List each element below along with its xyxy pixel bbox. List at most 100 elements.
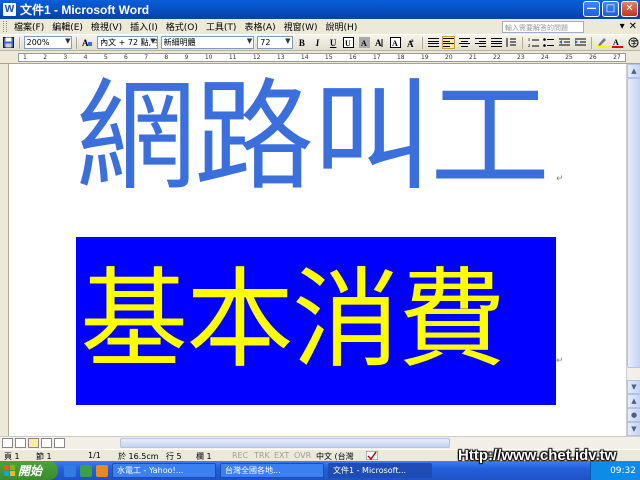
word-window: W 文件1 - Microsoft Word — □ ✕ 檔案(F) 編輯(E)… xyxy=(0,0,640,480)
previous-page-button[interactable]: ▲ xyxy=(627,394,640,408)
clock[interactable]: 09:32 xyxy=(610,466,636,476)
status-trk[interactable]: TRK xyxy=(254,451,270,460)
ruler-tick-label: 27 xyxy=(613,54,621,61)
status-rec[interactable]: REC xyxy=(232,451,248,460)
menu-view[interactable]: 檢視(V) xyxy=(87,20,126,33)
scroll-thumb[interactable] xyxy=(627,78,640,368)
browse-object-button[interactable]: ● xyxy=(627,408,640,422)
show-desktop-icon[interactable] xyxy=(80,464,92,477)
ruler-tick-label: 21 xyxy=(469,54,477,61)
increase-indent-icon[interactable] xyxy=(574,36,587,49)
menu-file[interactable]: 檔案(F) xyxy=(10,20,48,33)
align-right-icon[interactable] xyxy=(474,36,487,49)
italic-button[interactable]: I xyxy=(311,36,324,49)
web-layout-view-icon[interactable] xyxy=(15,438,26,448)
decrease-indent-icon[interactable] xyxy=(558,36,571,49)
svg-text:A: A xyxy=(361,39,367,48)
font-color-icon[interactable]: A xyxy=(612,36,625,49)
title-bar: W 文件1 - Microsoft Word — □ ✕ xyxy=(0,0,640,19)
headline-text[interactable]: 網路叫工 xyxy=(76,78,560,198)
ruler-tick-label: 26 xyxy=(589,54,597,61)
char-shading-icon[interactable]: A xyxy=(358,36,371,49)
start-button[interactable]: 開始 xyxy=(0,461,58,480)
styles-pane-icon[interactable]: A xyxy=(81,36,94,49)
justify-icon[interactable] xyxy=(490,36,503,49)
internet-explorer-icon[interactable] xyxy=(64,464,76,477)
bullets-icon[interactable] xyxy=(543,36,556,49)
align-center-icon[interactable] xyxy=(458,36,471,49)
ruler-tick-label: 7 xyxy=(144,54,149,61)
status-ovr[interactable]: OVR xyxy=(294,451,311,460)
menubar-grip[interactable] xyxy=(3,21,7,32)
menu-window[interactable]: 視窗(W) xyxy=(280,20,322,33)
outline-view-icon[interactable] xyxy=(41,438,52,448)
close-button[interactable]: ✕ xyxy=(621,1,638,17)
bold-button[interactable]: B xyxy=(296,36,309,49)
maximize-button[interactable]: □ xyxy=(602,1,619,17)
menu-help[interactable]: 說明(H) xyxy=(322,20,362,33)
ruler-tick-label: 13 xyxy=(276,54,285,61)
help-dropdown-icon[interactable]: ▾ xyxy=(620,21,625,32)
svg-text:A: A xyxy=(375,38,382,48)
ruler-tick-label: 20 xyxy=(444,54,453,61)
reading-layout-view-icon[interactable] xyxy=(54,438,65,448)
banner-text-box[interactable]: 基本消費 xyxy=(76,237,556,405)
toolbar-separator xyxy=(76,36,78,49)
char-scale-icon[interactable]: A xyxy=(374,36,387,49)
menu-insert[interactable]: 插入(I) xyxy=(126,20,162,33)
align-left-icon[interactable] xyxy=(442,36,456,49)
menu-tools[interactable]: 工具(T) xyxy=(202,20,241,33)
char-border-icon[interactable]: A xyxy=(389,36,402,49)
taskbar-item-word[interactable]: 文件1 - Microsoft... xyxy=(328,463,432,478)
enclose-chars-icon[interactable]: 字 xyxy=(627,36,640,49)
print-layout-view-icon[interactable] xyxy=(28,438,39,448)
zoom-combo[interactable]: 200% ▼ xyxy=(23,36,73,49)
vertical-scrollbar[interactable]: ▲ ▼ ▲ ● ▼ xyxy=(626,64,640,436)
ruler-tick-label: 22 xyxy=(493,54,501,61)
banner-text: 基本消費 xyxy=(80,258,506,383)
paragraph-mark: ↵ xyxy=(556,174,564,184)
help-question-input[interactable]: 輸入需要解答的問題 xyxy=(502,21,584,33)
svg-text:a: a xyxy=(411,39,414,44)
taskbar-item-yahoo[interactable]: 水電工 - Yahoo!... xyxy=(112,463,216,478)
menu-table[interactable]: 表格(A) xyxy=(240,20,279,33)
font-size-combo[interactable]: 72 ▼ xyxy=(257,36,293,49)
ruler-ticks: 1 2 3 4 5 6 7 8 9 10 11 12 13 14 15 16 17 18 19 20 21 22 23 24 2… xyxy=(19,54,625,61)
normal-view-icon[interactable] xyxy=(2,438,13,448)
taskbar-item-directory[interactable]: 台灣全國各地... xyxy=(220,463,324,478)
chevron-down-icon: ▼ xyxy=(246,37,253,45)
toolbar-separator xyxy=(18,36,20,49)
ruler-tick-label: 19 xyxy=(420,54,429,61)
highlight-icon[interactable] xyxy=(595,36,609,49)
taskbar-item-label: 水電工 - Yahoo!... xyxy=(117,466,184,475)
border-char-icon[interactable]: U xyxy=(342,36,355,49)
line-spacing-icon[interactable] xyxy=(505,36,518,49)
underline-button[interactable]: U xyxy=(327,36,340,49)
close-document-icon[interactable]: ✕ xyxy=(629,21,637,32)
menu-edit[interactable]: 編輯(E) xyxy=(48,20,87,33)
status-ext[interactable]: EXT xyxy=(274,451,289,460)
save-icon[interactable] xyxy=(2,36,15,49)
toolbar-separator xyxy=(522,36,523,49)
style-combo[interactable]: 內文 + 72 點, 字 ▼ xyxy=(97,36,158,49)
svg-text:A: A xyxy=(613,38,619,47)
horizontal-ruler[interactable]: 1 2 3 4 5 6 7 8 9 10 11 12 13 14 15 16 17 18 19 20 21 22 23 24 2… xyxy=(0,51,640,64)
minimize-button[interactable]: — xyxy=(583,1,600,17)
style-value: 內文 + 72 點, 字 xyxy=(100,38,158,47)
word-app-icon[interactable]: W xyxy=(3,3,16,16)
menu-format[interactable]: 格式(O) xyxy=(162,20,202,33)
media-player-icon[interactable] xyxy=(96,464,108,477)
document-page[interactable]: 網路叫工 ↵ 基本消費 ↵ xyxy=(0,64,626,436)
vertical-ruler xyxy=(0,64,9,436)
next-page-button[interactable]: ▼ xyxy=(627,422,640,436)
horizontal-scroll-thumb[interactable] xyxy=(120,438,450,448)
phonetic-guide-icon[interactable]: Aa xyxy=(405,36,418,49)
scroll-down-button[interactable]: ▼ xyxy=(627,380,640,394)
ruler-tick-label: 5 xyxy=(103,54,108,61)
font-combo[interactable]: 新細明體 ▼ xyxy=(160,36,255,49)
scroll-up-button[interactable]: ▲ xyxy=(627,64,640,78)
numbering-icon[interactable]: 12 xyxy=(527,36,540,49)
windows-flag-icon xyxy=(4,465,15,476)
ruler-tick-label: 11 xyxy=(228,54,237,61)
distributed-align-icon[interactable] xyxy=(427,36,440,49)
